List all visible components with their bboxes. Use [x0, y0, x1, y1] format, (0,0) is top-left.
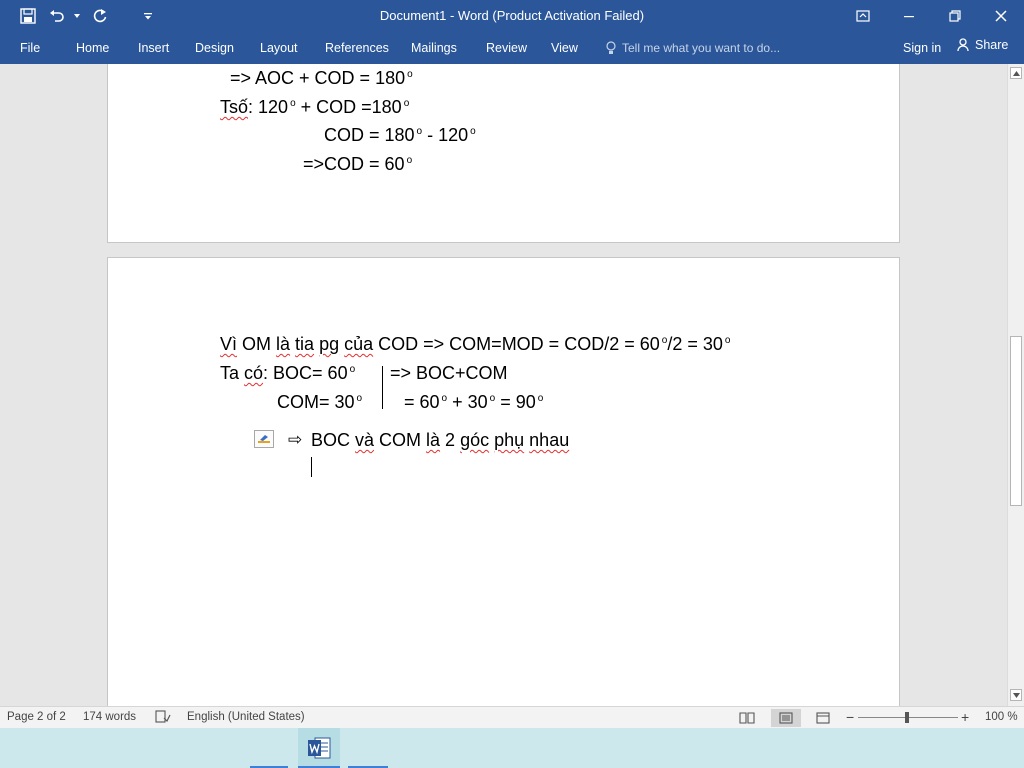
tell-me-text: Tell me what you want to do...	[622, 41, 781, 55]
taskbar-word-button[interactable]	[298, 728, 340, 768]
minimize-button[interactable]	[886, 0, 932, 32]
web-layout-button[interactable]	[808, 709, 838, 727]
window-controls	[840, 0, 1024, 32]
tab-design[interactable]: Design	[195, 38, 234, 58]
word-app-icon	[308, 737, 331, 759]
tell-me-search[interactable]: Tell me what you want to do...	[606, 38, 780, 58]
language[interactable]: English (United States)	[187, 711, 305, 723]
ribbon-display-options-button[interactable]	[840, 0, 886, 32]
p2-line-4: BOC và COM là 2 góc phụ nhau	[311, 430, 570, 450]
lightning-icon	[258, 435, 270, 443]
close-button[interactable]	[978, 0, 1024, 32]
scroll-thumb[interactable]	[1010, 336, 1022, 506]
tab-mailings[interactable]: Mailings	[411, 38, 457, 58]
restore-icon	[949, 10, 961, 22]
p1-line-1: => AOC + COD = 180 o	[230, 68, 413, 88]
ribbon-display-icon	[856, 10, 870, 22]
book-icon	[739, 712, 755, 724]
word-count[interactable]: 174 words	[83, 711, 136, 723]
web-icon	[816, 712, 830, 724]
p2-line-2-left: Ta có: BOC= 60 o	[220, 363, 356, 383]
page-count[interactable]: Page 2 of 2	[7, 711, 66, 723]
tab-insert[interactable]: Insert	[138, 38, 169, 58]
zoom-level[interactable]: 100 %	[985, 711, 1018, 723]
tab-view[interactable]: View	[551, 38, 578, 58]
taskbar	[0, 728, 1024, 768]
zoom-in-button[interactable]: +	[961, 709, 969, 725]
sign-in-link[interactable]: Sign in	[903, 41, 941, 55]
proofing-icon[interactable]	[155, 710, 171, 727]
vertical-scrollbar[interactable]	[1007, 64, 1024, 706]
zoom-out-button[interactable]: −	[846, 709, 854, 725]
scroll-up-button[interactable]	[1010, 67, 1022, 79]
scroll-down-button[interactable]	[1010, 689, 1022, 701]
tab-references[interactable]: References	[325, 38, 389, 58]
tab-home[interactable]: Home	[76, 38, 109, 58]
p2-line-1: Vì OM là tia pg của COD => COM=MOD = COD…	[220, 334, 731, 354]
page-2[interactable]: Vì OM là tia pg của COD => COM=MOD = COD…	[107, 257, 900, 706]
tab-file[interactable]: File	[20, 38, 40, 58]
title-bar: Document1 - Word (Product Activation Fai…	[0, 0, 1024, 32]
p2-line-3-left: COM= 30 o	[277, 392, 363, 412]
minimize-icon	[904, 16, 914, 18]
page-icon	[779, 712, 793, 724]
document-area[interactable]: => AOC + COD = 180 o Tsố: 120 o + COD =180…	[0, 64, 1007, 706]
autoformat-options-button[interactable]	[254, 430, 274, 448]
chevron-up-icon	[1012, 70, 1020, 76]
tab-layout[interactable]: Layout	[260, 38, 298, 58]
restore-button[interactable]	[932, 0, 978, 32]
p2-line-2-right: => BOC+COM	[390, 363, 508, 383]
person-icon	[957, 38, 969, 52]
p1-line-3: COD = 180 o - 120 o	[324, 125, 476, 145]
text-cursor	[311, 457, 312, 477]
chevron-down-icon	[1012, 692, 1020, 698]
page-1[interactable]: => AOC + COD = 180 o Tsố: 120 o + COD =180…	[107, 64, 900, 243]
brace-line	[382, 366, 383, 409]
read-mode-button[interactable]	[732, 709, 762, 727]
arrow-bullet-icon: ⇨	[288, 430, 303, 449]
print-layout-button[interactable]	[771, 709, 801, 727]
close-icon	[995, 10, 1007, 22]
p2-line-3-right: = 60 o + 30 o = 90 o	[404, 392, 544, 412]
p1-line-4: =>COD = 60 o	[303, 154, 413, 174]
lightbulb-icon	[606, 41, 616, 54]
share-label: Share	[975, 38, 1009, 52]
ribbon-tab-bar: File Home Insert Design Layout Reference…	[0, 32, 1024, 64]
status-bar: Page 2 of 2 174 words English (United St…	[0, 706, 1024, 728]
p1-line-2: Tsố: 120 o + COD =180 o	[220, 97, 410, 117]
tab-review[interactable]: Review	[486, 38, 527, 58]
share-button[interactable]: Share	[957, 38, 1008, 52]
zoom-slider-handle[interactable]	[905, 712, 909, 723]
